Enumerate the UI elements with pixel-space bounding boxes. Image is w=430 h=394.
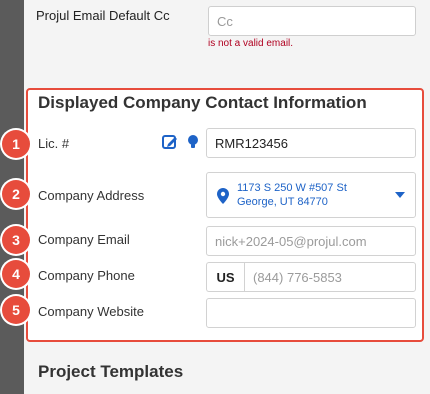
company-phone-input[interactable]: (844) 776-5853: [244, 262, 416, 292]
company-phone-label: Company Phone: [38, 268, 135, 283]
email-default-cc-input[interactable]: Cc: [208, 6, 416, 36]
badge-2: 2: [2, 180, 30, 208]
edit-icon[interactable]: [162, 134, 178, 150]
map-pin-icon: [217, 188, 229, 204]
project-templates-title: Project Templates: [38, 362, 184, 381]
company-address-value: 1173 S 250 W #507 St George, UT 84770: [237, 182, 347, 208]
company-website-label: Company Website: [38, 304, 144, 319]
email-error-text: is not a valid email.: [208, 38, 294, 49]
phone-country-code[interactable]: US: [206, 262, 244, 292]
badge-3: 3: [2, 226, 30, 254]
email-default-cc-label: Projul Email Default Cc: [36, 8, 170, 23]
lic-label: Lic. #: [38, 136, 70, 151]
email-default-cc-section: Projul Email Default Cc Cc is not a vali…: [36, 0, 430, 70]
page: Projul Email Default Cc Cc is not a vali…: [0, 0, 430, 394]
contact-info-title: Displayed Company Contact Information: [38, 93, 367, 112]
company-email-input[interactable]: nick+2024-05@projul.com: [206, 226, 416, 256]
company-address-select[interactable]: 1173 S 250 W #507 St George, UT 84770: [206, 172, 416, 218]
chevron-down-icon[interactable]: [395, 192, 405, 198]
badge-4: 4: [2, 260, 30, 288]
company-address-label: Company Address: [38, 188, 145, 203]
company-website-input[interactable]: [206, 298, 416, 328]
lightbulb-icon[interactable]: [185, 134, 201, 150]
badge-1: 1: [2, 130, 30, 158]
company-email-label: Company Email: [38, 232, 130, 247]
lic-number-input[interactable]: RMR123456: [206, 128, 416, 158]
badge-5: 5: [2, 296, 30, 324]
